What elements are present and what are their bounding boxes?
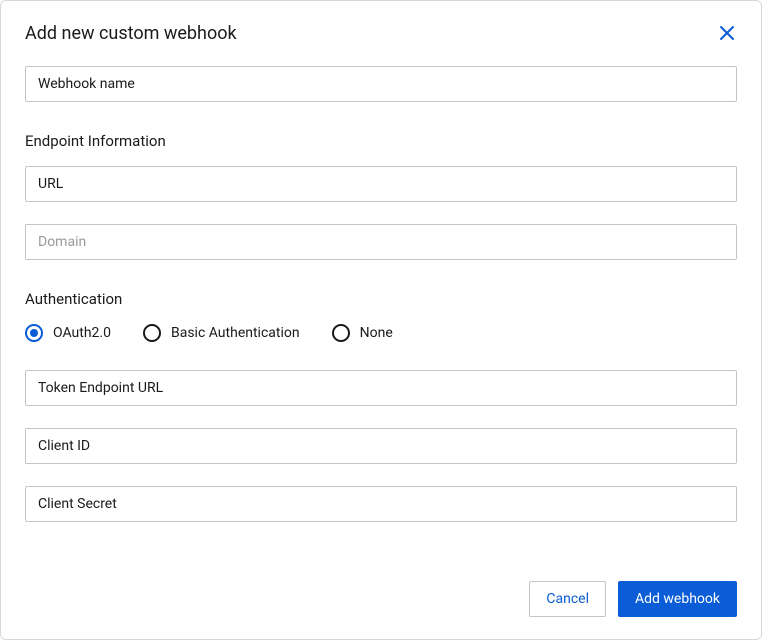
auth-option-oauth-label: OAuth2.0 <box>53 325 111 341</box>
auth-option-oauth[interactable]: OAuth2.0 <box>25 324 111 342</box>
add-webhook-button[interactable]: Add webhook <box>618 581 737 617</box>
form-content: Webhook name Endpoint Information URL Au… <box>25 66 737 617</box>
dialog-title: Add new custom webhook <box>25 23 237 44</box>
client-id-label: Client ID <box>38 438 90 454</box>
close-button[interactable] <box>717 23 737 43</box>
radio-unselected-icon <box>332 324 350 342</box>
token-endpoint-input[interactable]: Token Endpoint URL <box>25 370 737 406</box>
add-webhook-dialog: Add new custom webhook Webhook name Endp… <box>0 0 762 640</box>
oauth-fields: Token Endpoint URL Client ID Client Secr… <box>25 370 737 522</box>
dialog-header: Add new custom webhook <box>25 23 737 44</box>
close-icon <box>719 25 735 41</box>
radio-dot-icon <box>30 329 38 337</box>
url-label: URL <box>38 176 63 192</box>
auth-option-basic[interactable]: Basic Authentication <box>143 324 300 342</box>
cancel-button[interactable]: Cancel <box>529 581 606 617</box>
dialog-footer: Cancel Add webhook <box>25 561 737 617</box>
webhook-name-input[interactable]: Webhook name <box>25 66 737 102</box>
auth-option-none-label: None <box>360 325 393 341</box>
webhook-name-label: Webhook name <box>38 76 135 92</box>
client-id-input[interactable]: Client ID <box>25 428 737 464</box>
endpoint-section-heading: Endpoint Information <box>25 132 737 150</box>
client-secret-label: Client Secret <box>38 496 117 512</box>
token-endpoint-label: Token Endpoint URL <box>38 380 163 396</box>
auth-option-basic-label: Basic Authentication <box>171 325 300 341</box>
auth-section-heading: Authentication <box>25 290 737 308</box>
auth-radio-group: OAuth2.0 Basic Authentication None <box>25 324 737 342</box>
client-secret-input[interactable]: Client Secret <box>25 486 737 522</box>
radio-unselected-icon <box>143 324 161 342</box>
url-input[interactable]: URL <box>25 166 737 202</box>
radio-selected-icon <box>25 324 43 342</box>
domain-input[interactable] <box>25 224 737 260</box>
auth-option-none[interactable]: None <box>332 324 393 342</box>
